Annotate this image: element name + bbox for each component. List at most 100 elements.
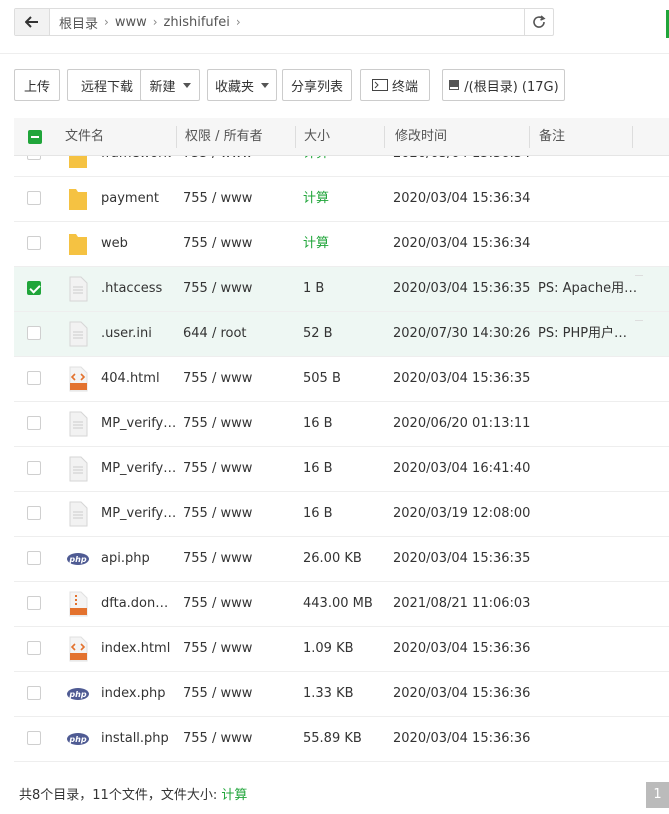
select-all-checkbox[interactable] xyxy=(28,130,42,144)
file-note[interactable] xyxy=(538,717,638,761)
disk-button[interactable]: /(根目录) (17G) xyxy=(442,69,565,101)
file-note[interactable] xyxy=(538,447,638,491)
table-row-partial[interactable]: framework 755 / www 计算 2020/03/04 15:36:… xyxy=(14,156,669,177)
file-mtime: 2020/03/19 12:08:00 xyxy=(393,506,531,521)
file-perm[interactable]: 755 / www xyxy=(183,627,252,671)
file-size[interactable]: 计算 xyxy=(303,156,329,176)
file-name[interactable]: index.html xyxy=(101,627,176,671)
favorites-label: 收藏夹 xyxy=(214,79,254,95)
file-perm[interactable]: 755 / www xyxy=(183,717,252,761)
table-row[interactable]: .user.ini 644 / root 52 B 2020/07/30 14:30:… xyxy=(14,312,669,357)
table-row[interactable]: MP_verify… 755 / www 16 B 2020/03/04 16:41:… xyxy=(14,447,669,492)
file-perm[interactable]: 755 / www xyxy=(183,156,252,176)
summary-text: 共8个目录，11个文件，文件大小: xyxy=(19,788,222,803)
file-name[interactable]: 404.html xyxy=(101,357,176,401)
file-note[interactable] xyxy=(538,537,638,581)
file-note[interactable] xyxy=(538,177,638,221)
file-name[interactable]: index.php xyxy=(101,672,176,716)
table-row[interactable]: dfta.don… 755 / www 443.00 MB 2021/08/21 11… xyxy=(14,582,669,627)
file-mtime: 2020/03/04 15:36:34 xyxy=(393,191,531,206)
favorites-button[interactable]: 收藏夹 xyxy=(207,69,277,101)
table-row[interactable]: index.html 755 / www 1.09 KB 2020/03/04 15:… xyxy=(14,627,669,672)
row-checkbox[interactable] xyxy=(27,156,41,160)
row-checkbox[interactable] xyxy=(27,371,41,385)
file-note[interactable] xyxy=(538,672,638,716)
share-list-button[interactable]: 分享列表 xyxy=(282,69,352,101)
file-perm[interactable]: 755 / www xyxy=(183,357,252,401)
breadcrumb-www[interactable]: www xyxy=(115,15,147,30)
file-name[interactable]: MP_verify… xyxy=(101,492,176,536)
table-row[interactable]: 404.html 755 / www 505 B 2020/03/04 15:36:3… xyxy=(14,357,669,402)
file-note[interactable] xyxy=(538,222,638,266)
file-name[interactable]: MP_verify… xyxy=(101,447,176,491)
file-perm[interactable]: 755 / www xyxy=(183,447,252,491)
table-row[interactable]: .htaccess 755 / www 1 B 2020/03/04 15:36:35… xyxy=(14,267,669,312)
table-row[interactable]: php install.php 755 / www 55.89 KB 2020/03/0… xyxy=(14,717,669,762)
file-note[interactable]: PS: PHP用户… xyxy=(538,312,638,356)
file-size[interactable]: 计算 xyxy=(303,177,329,221)
file-note[interactable] xyxy=(538,492,638,536)
file-name[interactable]: web xyxy=(101,222,176,266)
row-checkbox[interactable] xyxy=(27,236,41,250)
breadcrumb-root[interactable]: 根目录 xyxy=(59,13,98,32)
breadcrumb-zhishifufei[interactable]: zhishifufei xyxy=(164,15,230,30)
file-note[interactable]: PS: Apache用… xyxy=(538,267,638,311)
terminal-button[interactable]: 终端 xyxy=(360,69,430,101)
row-checkbox[interactable] xyxy=(27,461,41,475)
table-row[interactable]: web 755 / www 计算 2020/03/04 15:36:34 xyxy=(14,222,669,267)
file-name[interactable]: framework xyxy=(101,156,171,176)
file-name[interactable]: MP_verify… xyxy=(101,402,176,446)
upload-button[interactable]: 上传 xyxy=(14,69,60,101)
file-name[interactable]: .user.ini xyxy=(101,312,176,356)
calc-size-link[interactable]: 计算 xyxy=(221,788,247,803)
table-row[interactable]: payment 755 / www 计算 2020/03/04 15:36:34 xyxy=(14,177,669,222)
file-name[interactable]: install.php xyxy=(101,717,176,761)
file-perm[interactable]: 644 / root xyxy=(183,312,247,356)
col-mtime[interactable]: 修改时间 xyxy=(395,118,447,156)
file-note[interactable] xyxy=(538,582,638,626)
file-perm[interactable]: 755 / www xyxy=(183,672,252,716)
chevron-right-icon: › xyxy=(104,15,109,29)
file-note[interactable] xyxy=(538,357,638,401)
breadcrumb: 根目录 › www › zhishifufei › xyxy=(59,9,241,35)
row-checkbox[interactable] xyxy=(27,326,41,340)
row-checkbox[interactable] xyxy=(27,551,41,565)
row-checkbox[interactable] xyxy=(27,416,41,430)
row-checkbox[interactable] xyxy=(27,191,41,205)
file-perm[interactable]: 755 / www xyxy=(183,582,252,626)
file-note[interactable] xyxy=(538,402,638,446)
file-name[interactable]: payment xyxy=(101,177,176,221)
row-checkbox[interactable] xyxy=(27,596,41,610)
col-size[interactable]: 大小 xyxy=(304,118,330,156)
file-perm[interactable]: 755 / www xyxy=(183,402,252,446)
file-name[interactable]: .htaccess xyxy=(101,267,176,311)
new-button[interactable]: 新建 xyxy=(140,69,200,101)
table-row[interactable]: php index.php 755 / www 1.33 KB 2020/03/04 1… xyxy=(14,672,669,717)
table-row[interactable]: MP_verify… 755 / www 16 B 2020/06/20 01:13:… xyxy=(14,402,669,447)
table-row[interactable]: php api.php 755 / www 26.00 KB 2020/03/04 15… xyxy=(14,537,669,582)
file-perm[interactable]: 755 / www xyxy=(183,537,252,581)
file-perm[interactable]: 755 / www xyxy=(183,177,252,221)
row-checkbox[interactable] xyxy=(27,686,41,700)
file-perm[interactable]: 755 / www xyxy=(183,492,252,536)
page-number[interactable]: 1 xyxy=(646,782,669,808)
caret-down-icon xyxy=(261,82,269,88)
file-size[interactable]: 计算 xyxy=(303,222,329,266)
note-edit-marker xyxy=(635,320,643,321)
file-name[interactable]: dfta.don… xyxy=(101,582,176,626)
table-row[interactable]: MP_verify… 755 / www 16 B 2020/03/19 12:08:… xyxy=(14,492,669,537)
refresh-button[interactable] xyxy=(524,9,553,35)
file-note[interactable] xyxy=(538,627,638,671)
row-checkbox[interactable] xyxy=(27,281,41,295)
back-button[interactable] xyxy=(15,9,50,35)
row-checkbox[interactable] xyxy=(27,641,41,655)
file-name[interactable]: api.php xyxy=(101,537,176,581)
col-perm[interactable]: 权限 / 所有者 xyxy=(185,118,263,156)
row-checkbox[interactable] xyxy=(27,506,41,520)
row-checkbox[interactable] xyxy=(27,731,41,745)
refresh-icon xyxy=(533,15,546,28)
file-perm[interactable]: 755 / www xyxy=(183,267,252,311)
remote-download-button[interactable]: 远程下载 xyxy=(67,69,147,101)
col-name[interactable]: 文件名 xyxy=(65,118,104,156)
file-perm[interactable]: 755 / www xyxy=(183,222,252,266)
